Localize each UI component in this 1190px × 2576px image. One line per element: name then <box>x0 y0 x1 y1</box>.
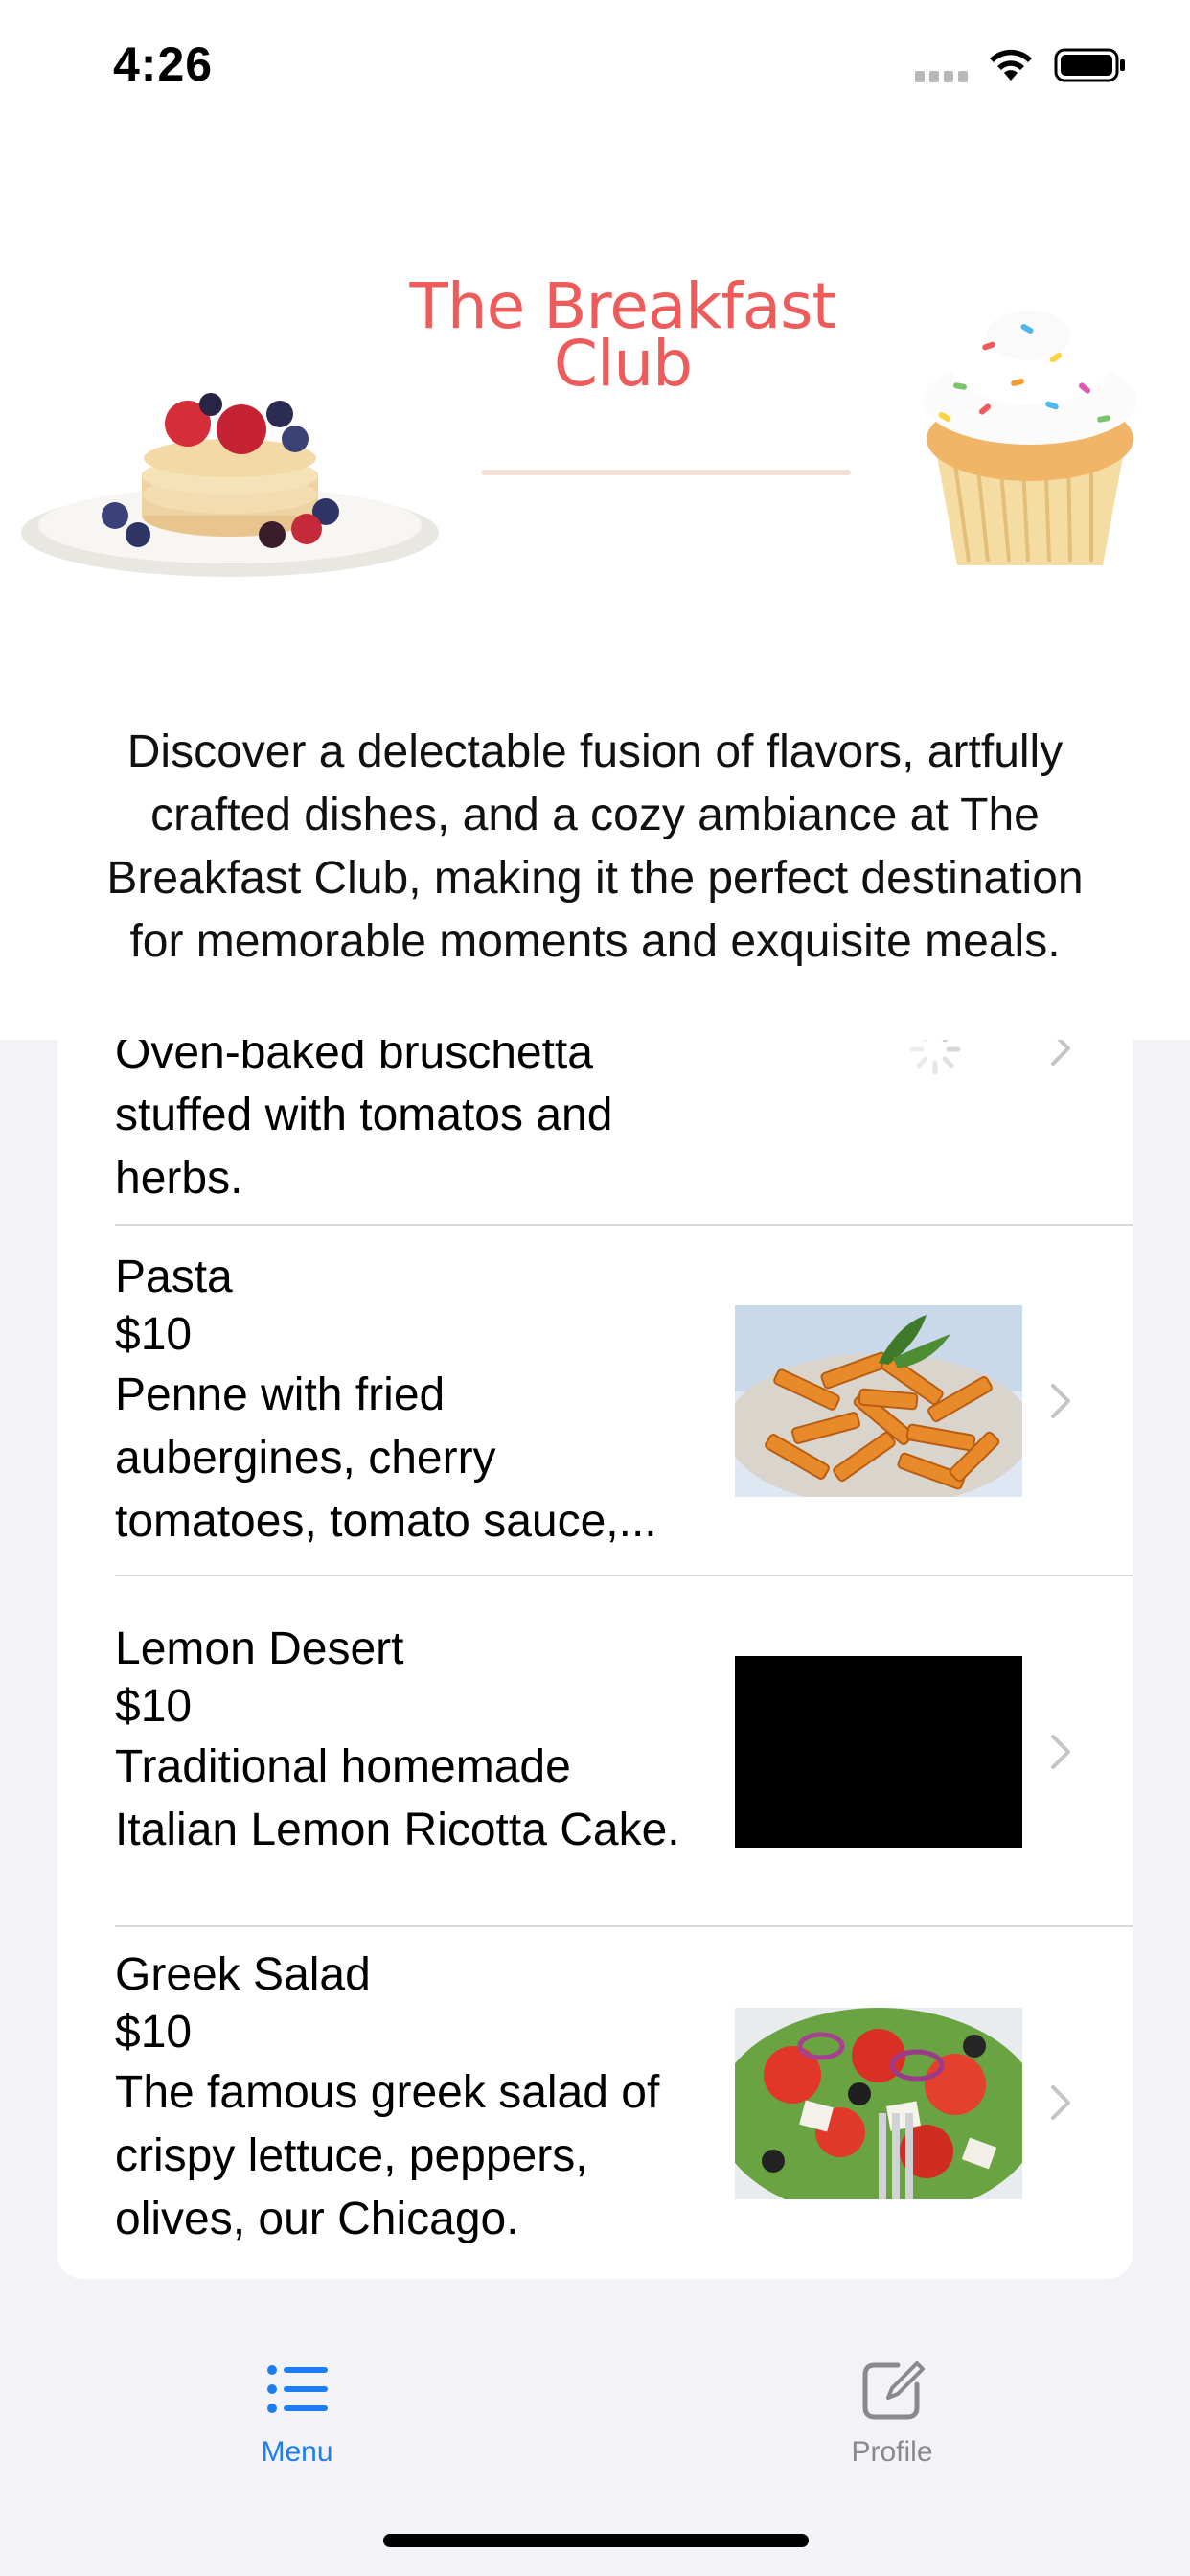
pasta-image <box>735 1305 1022 1497</box>
brand-divider <box>481 470 851 475</box>
tab-menu[interactable]: Menu <box>182 2356 412 2469</box>
brand-title: The Breakfast Club <box>364 275 881 401</box>
menu-item-description: Traditional homemade Italian Lemon Ricot… <box>115 1736 728 1862</box>
lemon-desert-image-placeholder <box>735 1656 1022 1848</box>
menu-item-pasta[interactable]: Pasta $10 Penne with fried aubergines, c… <box>57 1226 1133 1575</box>
loading-spinner-icon <box>909 1040 961 1075</box>
intro-description: Discover a delectable fusion of flavors,… <box>57 721 1133 974</box>
description-line: Italian Lemon Ricotta Cake. <box>115 1805 680 1855</box>
menu-list[interactable]: Oven-baked bruschetta stuffed with tomat… <box>57 1040 1133 2279</box>
description-line: olives, our Chicago. <box>115 2194 519 2244</box>
chevron-right-icon <box>1051 1735 1070 1769</box>
cellular-signal-icon <box>915 69 969 82</box>
greek-salad-image <box>735 2008 1022 2199</box>
menu-item-price: $10 <box>115 1681 193 1732</box>
description-line: crispy lettuce, peppers, <box>115 2130 588 2181</box>
menu-item-line: herbs. <box>115 1153 243 1204</box>
description-line: tomatoes, tomato sauce,... <box>115 1496 657 1547</box>
battery-icon <box>1054 48 1125 82</box>
menu-item-title: Greek Salad <box>115 1949 371 2000</box>
wifi-icon <box>990 49 1032 80</box>
edit-icon <box>862 2361 925 2420</box>
cupcake-image <box>923 310 1137 565</box>
menu-item-line: Oven-baked bruschetta <box>115 1040 593 1078</box>
chevron-right-icon <box>1051 2085 1070 2120</box>
menu-item-title: Lemon Desert <box>115 1623 404 1674</box>
intro-line-1: Discover a delectable fusion of flavors,… <box>126 726 1064 777</box>
menu-item-line: stuffed with tomatos and <box>115 1090 613 1140</box>
hero-header: The Breakfast Club Discover a delectable… <box>0 134 1190 1040</box>
menu-item-greek-salad[interactable]: Greek Salad $10 The famous greek salad o… <box>57 1927 1133 2279</box>
menu-item-text: Lemon Desert $10 Traditional homemade It… <box>115 1621 728 1862</box>
chevron-right-icon <box>1051 1040 1070 1066</box>
description-line: Traditional homemade <box>115 1741 571 1792</box>
menu-item-lemon-desert[interactable]: Lemon Desert $10 Traditional homemade It… <box>57 1576 1133 1925</box>
intro-line-4: for memorable moments and exquisite meal… <box>129 916 1061 967</box>
description-line: Penne with fried <box>115 1369 446 1420</box>
menu-item-text: Pasta $10 Penne with fried aubergines, c… <box>115 1249 728 1553</box>
status-time: 4:26 <box>113 37 214 91</box>
tab-profile[interactable]: Profile <box>777 2356 1007 2469</box>
description-line: aubergines, cherry <box>115 1433 496 1484</box>
tab-profile-label: Profile <box>851 2436 933 2468</box>
menu-item-text: Greek Salad $10 The famous greek salad o… <box>115 1946 728 2251</box>
menu-item-title: Pasta <box>115 1252 233 1302</box>
description-line: The famous greek salad of <box>115 2067 660 2118</box>
menu-item-price: $10 <box>115 1309 193 1360</box>
tab-menu-label: Menu <box>261 2436 333 2468</box>
chevron-right-icon <box>1051 1384 1070 1418</box>
tab-bar: Menu Profile <box>0 2279 1190 2576</box>
menu-item-description: The famous greek salad of crispy lettuce… <box>115 2061 728 2251</box>
intro-line-2: crafted dishes, and a cozy ambiance at T… <box>150 790 1040 840</box>
pancakes-image <box>21 393 439 577</box>
status-bar: 4:26 <box>0 0 1190 134</box>
menu-item-text: Oven-baked bruschetta stuffed with tomat… <box>115 1040 728 1210</box>
menu-item-description: Penne with fried aubergines, cherry toma… <box>115 1364 728 1553</box>
intro-line-3: Breakfast Club, making it the perfect de… <box>106 853 1084 904</box>
list-icon <box>267 2365 328 2413</box>
brand-title-line-2: Club <box>553 327 693 401</box>
menu-item-price: $10 <box>115 2007 193 2058</box>
home-indicator[interactable] <box>383 2534 809 2547</box>
